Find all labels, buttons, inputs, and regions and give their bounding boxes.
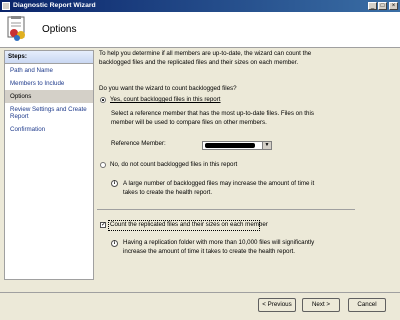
yes-description: Select a reference member that has the m…	[111, 110, 314, 126]
minimize-button[interactable]: _	[368, 2, 377, 10]
title-bar: Diagnostic Report Wizard _ □ ×	[0, 0, 400, 12]
wizard-header: Options	[0, 12, 400, 48]
report-wizard-icon	[7, 16, 25, 41]
info-icon: i	[111, 180, 118, 187]
intro-text: To help you determine if all members are…	[99, 50, 312, 66]
count-replicated-checkbox[interactable]: ✓	[100, 222, 106, 228]
close-button[interactable]: ×	[389, 2, 398, 10]
reference-member-label: Reference Member:	[111, 140, 166, 147]
reference-member-select[interactable]: ▼	[202, 141, 272, 150]
step-options[interactable]: Options	[5, 90, 93, 103]
steps-panel: Steps: Path and Name Members to Include …	[4, 50, 94, 280]
replication-note: Having a replication folder with more th…	[123, 239, 315, 255]
yes-radio[interactable]	[100, 97, 106, 103]
step-review-settings[interactable]: Review Settings and Create Report	[5, 103, 93, 123]
cancel-button[interactable]: Cancel	[348, 298, 386, 312]
backlog-note: A large number of backlogged files may i…	[123, 180, 315, 196]
page-title: Options	[42, 24, 77, 35]
step-members-to-include[interactable]: Members to Include	[5, 77, 93, 90]
yes-radio-label[interactable]: Yes, count backlogged files in this repo…	[110, 96, 221, 105]
previous-button[interactable]: < Previous	[258, 298, 296, 312]
steps-heading: Steps:	[5, 51, 93, 64]
count-question: Do you want the wizard to count backlogg…	[99, 85, 237, 92]
window-title: Diagnostic Report Wizard	[13, 2, 96, 9]
no-radio[interactable]	[100, 162, 106, 168]
divider	[97, 209, 355, 210]
next-button[interactable]: Next >	[302, 298, 340, 312]
step-path-and-name[interactable]: Path and Name	[5, 64, 93, 77]
reference-member-value	[205, 143, 255, 148]
footer-divider	[0, 292, 400, 293]
no-radio-label[interactable]: No, do not count backlogged files in thi…	[110, 161, 237, 170]
chevron-down-icon[interactable]: ▼	[262, 142, 271, 149]
count-replicated-label[interactable]: Count the replicated files and their siz…	[110, 221, 268, 230]
maximize-button[interactable]: □	[378, 2, 387, 10]
app-icon	[2, 2, 10, 10]
step-confirmation[interactable]: Confirmation	[5, 123, 93, 136]
wizard-window: Diagnostic Report Wizard _ □ × Options S…	[0, 0, 400, 320]
info-icon: i	[111, 240, 118, 247]
